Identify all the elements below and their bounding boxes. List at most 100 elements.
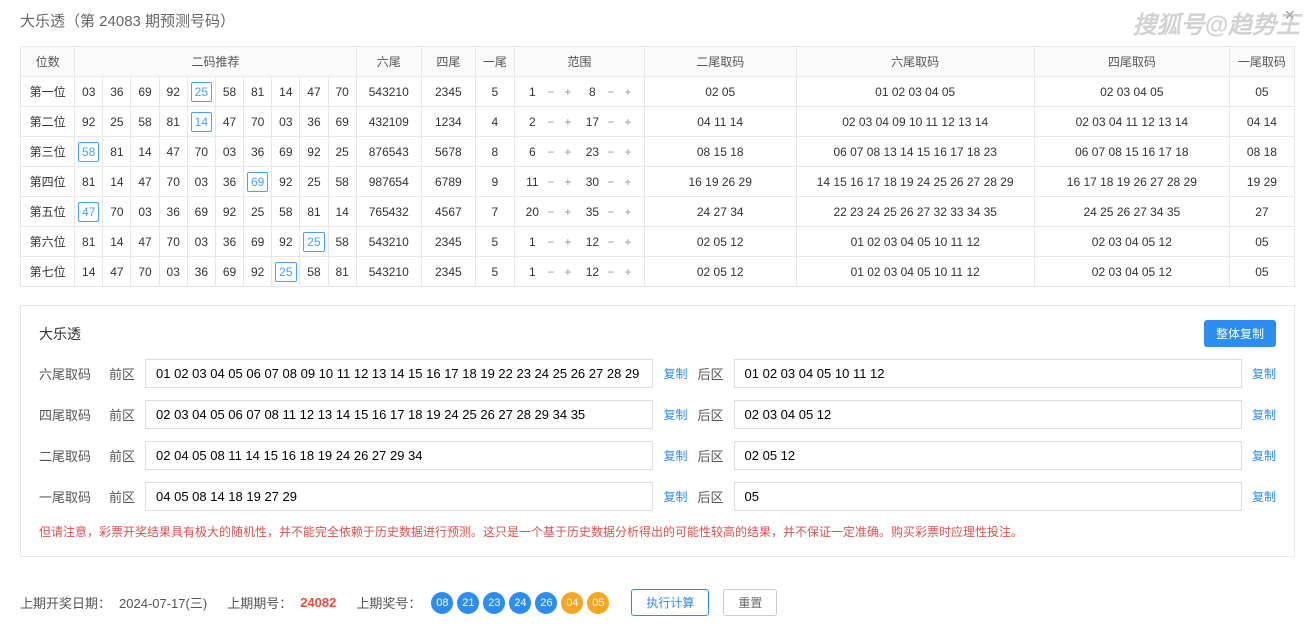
range-min-stepper[interactable]: 1−+ bbox=[524, 235, 574, 249]
num-cell[interactable]: 69 bbox=[187, 197, 215, 227]
plus-icon[interactable]: + bbox=[621, 205, 634, 219]
minus-icon[interactable]: − bbox=[604, 205, 617, 219]
num-cell[interactable]: 92 bbox=[244, 257, 272, 287]
num-cell[interactable]: 36 bbox=[159, 197, 187, 227]
plus-icon[interactable]: + bbox=[621, 265, 634, 279]
num-cell[interactable]: 70 bbox=[159, 227, 187, 257]
minus-icon[interactable]: − bbox=[544, 145, 557, 159]
num-cell[interactable]: 81 bbox=[300, 197, 328, 227]
num-cell[interactable]: 14 bbox=[103, 227, 131, 257]
copy-link[interactable]: 复制 bbox=[1252, 488, 1276, 505]
num-cell[interactable]: 14 bbox=[131, 137, 159, 167]
num-cell[interactable]: 81 bbox=[244, 77, 272, 107]
copy-link[interactable]: 复制 bbox=[663, 406, 687, 423]
back-input[interactable] bbox=[734, 441, 1242, 470]
minus-icon[interactable]: − bbox=[544, 175, 557, 189]
plus-icon[interactable]: + bbox=[561, 145, 574, 159]
num-cell[interactable]: 14 bbox=[103, 167, 131, 197]
minus-icon[interactable]: − bbox=[544, 205, 557, 219]
plus-icon[interactable]: + bbox=[621, 115, 634, 129]
num-cell[interactable]: 81 bbox=[159, 107, 187, 137]
range-min-stepper[interactable]: 20−+ bbox=[524, 205, 574, 219]
copy-link[interactable]: 复制 bbox=[663, 447, 687, 464]
copy-link[interactable]: 复制 bbox=[1252, 365, 1276, 382]
num-cell[interactable]: 47 bbox=[131, 167, 159, 197]
minus-icon[interactable]: − bbox=[604, 265, 617, 279]
num-cell[interactable]: 47 bbox=[75, 197, 103, 227]
minus-icon[interactable]: − bbox=[604, 145, 617, 159]
num-cell[interactable]: 25 bbox=[244, 197, 272, 227]
plus-icon[interactable]: + bbox=[561, 115, 574, 129]
minus-icon[interactable]: − bbox=[544, 115, 557, 129]
num-cell[interactable]: 92 bbox=[215, 197, 243, 227]
num-cell[interactable]: 81 bbox=[75, 167, 103, 197]
reset-button[interactable]: 重置 bbox=[723, 589, 777, 616]
num-cell[interactable]: 03 bbox=[187, 167, 215, 197]
num-cell[interactable]: 36 bbox=[103, 77, 131, 107]
num-cell[interactable]: 81 bbox=[75, 227, 103, 257]
num-cell[interactable]: 70 bbox=[187, 137, 215, 167]
minus-icon[interactable]: − bbox=[604, 175, 617, 189]
execute-button[interactable]: 执行计算 bbox=[631, 589, 709, 616]
num-cell[interactable]: 69 bbox=[215, 257, 243, 287]
num-cell[interactable]: 69 bbox=[328, 107, 356, 137]
num-cell[interactable]: 58 bbox=[75, 137, 103, 167]
range-min-stepper[interactable]: 1−+ bbox=[524, 265, 574, 279]
num-cell[interactable]: 58 bbox=[328, 227, 356, 257]
plus-icon[interactable]: + bbox=[621, 175, 634, 189]
num-cell[interactable]: 81 bbox=[103, 137, 131, 167]
plus-icon[interactable]: + bbox=[561, 265, 574, 279]
num-cell[interactable]: 36 bbox=[215, 227, 243, 257]
copy-link[interactable]: 复制 bbox=[1252, 447, 1276, 464]
plus-icon[interactable]: + bbox=[561, 85, 574, 99]
num-cell[interactable]: 92 bbox=[300, 137, 328, 167]
num-cell[interactable]: 14 bbox=[272, 77, 300, 107]
range-max-stepper[interactable]: 12−+ bbox=[584, 265, 634, 279]
num-cell[interactable]: 14 bbox=[187, 107, 215, 137]
num-cell[interactable]: 03 bbox=[131, 197, 159, 227]
num-cell[interactable]: 58 bbox=[215, 77, 243, 107]
num-cell[interactable]: 03 bbox=[75, 77, 103, 107]
num-cell[interactable]: 36 bbox=[244, 137, 272, 167]
num-cell[interactable]: 47 bbox=[215, 107, 243, 137]
num-cell[interactable]: 25 bbox=[300, 167, 328, 197]
range-max-stepper[interactable]: 17−+ bbox=[584, 115, 634, 129]
num-cell[interactable]: 69 bbox=[244, 167, 272, 197]
num-cell[interactable]: 92 bbox=[272, 167, 300, 197]
range-max-stepper[interactable]: 35−+ bbox=[584, 205, 634, 219]
range-min-stepper[interactable]: 1−+ bbox=[524, 85, 574, 99]
num-cell[interactable]: 58 bbox=[272, 197, 300, 227]
range-max-stepper[interactable]: 30−+ bbox=[584, 175, 634, 189]
num-cell[interactable]: 69 bbox=[272, 137, 300, 167]
num-cell[interactable]: 14 bbox=[75, 257, 103, 287]
num-cell[interactable]: 14 bbox=[328, 197, 356, 227]
minus-icon[interactable]: − bbox=[544, 235, 557, 249]
num-cell[interactable]: 25 bbox=[272, 257, 300, 287]
copy-link[interactable]: 复制 bbox=[1252, 406, 1276, 423]
front-input[interactable] bbox=[145, 482, 653, 511]
num-cell[interactable]: 25 bbox=[187, 77, 215, 107]
num-cell[interactable]: 81 bbox=[328, 257, 356, 287]
num-cell[interactable]: 92 bbox=[272, 227, 300, 257]
num-cell[interactable]: 36 bbox=[215, 167, 243, 197]
num-cell[interactable]: 70 bbox=[103, 197, 131, 227]
num-cell[interactable]: 25 bbox=[328, 137, 356, 167]
num-cell[interactable]: 03 bbox=[215, 137, 243, 167]
range-max-stepper[interactable]: 23−+ bbox=[584, 145, 634, 159]
num-cell[interactable]: 92 bbox=[159, 77, 187, 107]
plus-icon[interactable]: + bbox=[561, 235, 574, 249]
num-cell[interactable]: 58 bbox=[300, 257, 328, 287]
plus-icon[interactable]: + bbox=[621, 145, 634, 159]
num-cell[interactable]: 25 bbox=[300, 227, 328, 257]
num-cell[interactable]: 70 bbox=[328, 77, 356, 107]
num-cell[interactable]: 47 bbox=[300, 77, 328, 107]
minus-icon[interactable]: − bbox=[604, 235, 617, 249]
front-input[interactable] bbox=[145, 400, 653, 429]
num-cell[interactable]: 92 bbox=[75, 107, 103, 137]
num-cell[interactable]: 70 bbox=[159, 167, 187, 197]
copy-link[interactable]: 复制 bbox=[663, 365, 687, 382]
minus-icon[interactable]: − bbox=[604, 115, 617, 129]
front-input[interactable] bbox=[145, 359, 653, 388]
range-min-stepper[interactable]: 2−+ bbox=[524, 115, 574, 129]
num-cell[interactable]: 03 bbox=[187, 227, 215, 257]
